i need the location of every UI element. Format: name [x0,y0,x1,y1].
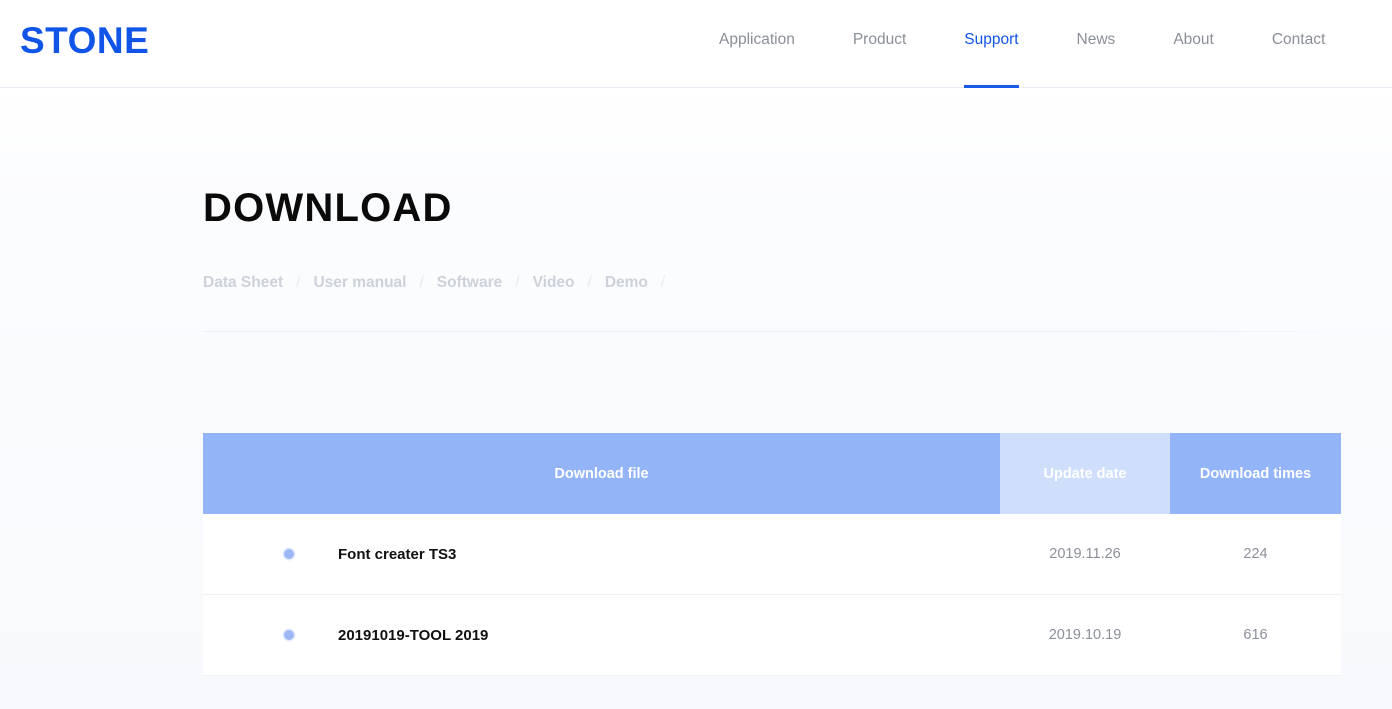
nav-item-label: Application [719,31,795,48]
site-header: STONE Application Product Support News A… [0,0,1392,88]
page-title: DOWNLOAD [203,186,453,230]
filter-link-data-sheet[interactable]: Data Sheet [203,274,283,292]
filter-link-user-manual[interactable]: User manual [313,274,406,292]
table-cell-date: 2019.10.19 [1048,627,1122,643]
nav-item-contact[interactable]: Contact [1243,0,1354,88]
file-name-label[interactable]: Font creater TS3 [338,546,456,563]
table-cell-file[interactable]: 20191019-TOOL 2019 [203,595,1000,675]
circle-dot-icon [284,549,294,559]
circle-dot-icon [284,630,294,640]
main-nav: Application Product Support News About C… [690,0,1354,88]
filter-separator: / [419,274,424,291]
nav-item-label: Support [964,31,1019,48]
nav-item-product[interactable]: Product [824,0,935,88]
nav-item-label: Product [852,31,907,48]
file-name-label[interactable]: 20191019-TOOL 2019 [338,627,488,644]
filter-link-demo[interactable]: Demo [605,274,648,292]
nav-item-label: Contact [1271,31,1326,48]
table-row[interactable]: 20191019-TOOL 2019 2019.10.19 616 [203,595,1341,676]
nav-item-application[interactable]: Application [690,0,824,88]
filter-separator: / [296,274,301,291]
nav-item-news[interactable]: News [1048,0,1145,88]
column-header-file[interactable]: Download file [203,433,1000,514]
table-cell-times: 616 [1243,627,1268,643]
column-header-times[interactable]: Download times [1170,433,1341,514]
table-header-row: Download file Update date Download times [203,433,1341,514]
filter-separator: / [660,274,666,291]
table-cell-date: 2019.11.26 [1049,546,1121,562]
content-container: DOWNLOAD Data Sheet / User manual / Soft… [203,88,1341,676]
download-table: Download file Update date Download times… [203,433,1341,676]
nav-item-about[interactable]: About [1144,0,1243,88]
table-row[interactable]: Font creater TS3 2019.11.26 224 [203,514,1341,595]
filter-link-video[interactable]: Video [533,274,575,292]
filter-link-software[interactable]: Software [437,274,502,292]
filter-separator: / [587,274,592,291]
column-header-date[interactable]: Update date [1000,433,1170,514]
section-divider [203,331,1341,332]
table-cell-times: 224 [1243,546,1268,562]
filter-separator: / [515,274,520,291]
nav-item-support[interactable]: Support [935,0,1047,88]
category-filter-row: Data Sheet / User manual / Software / Vi… [203,274,1341,292]
nav-item-label: News [1076,31,1116,48]
brand-logo[interactable]: STONE [20,21,149,61]
table-cell-file[interactable]: Font creater TS3 [203,514,1000,594]
nav-item-label: About [1173,31,1214,48]
page-body: DOWNLOAD Data Sheet / User manual / Soft… [0,88,1392,709]
